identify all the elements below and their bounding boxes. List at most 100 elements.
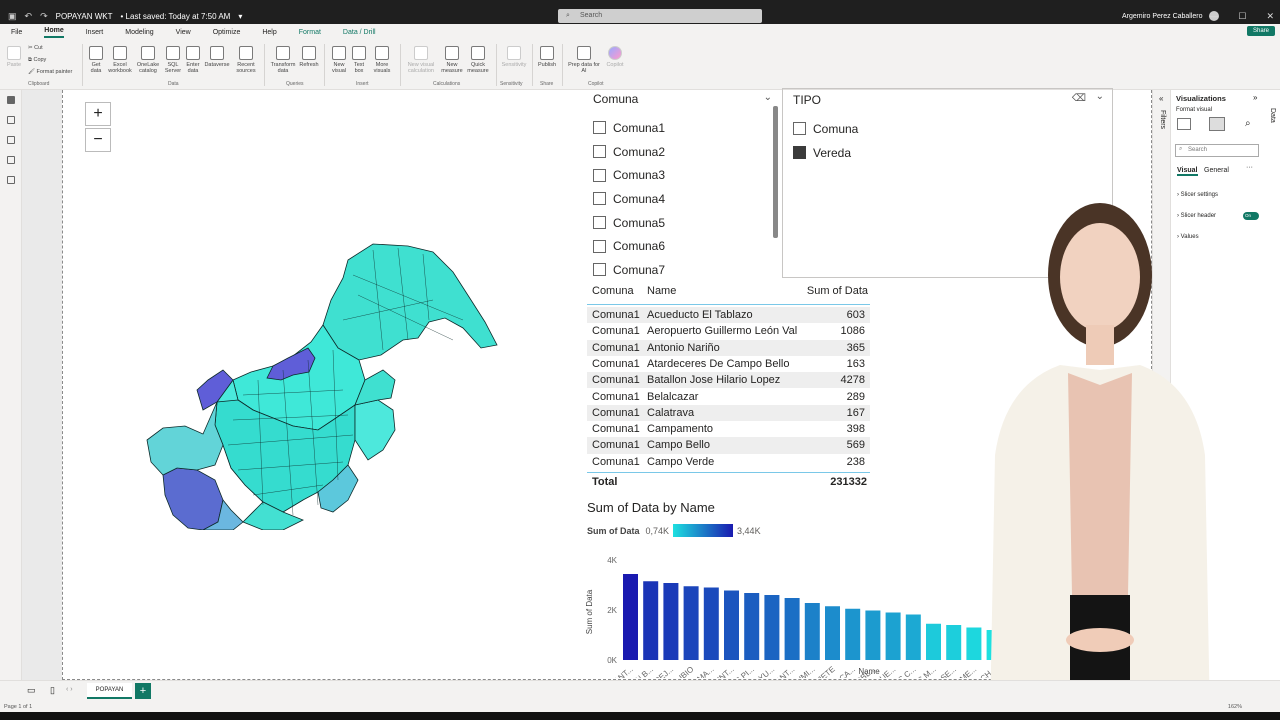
chart-bar[interactable]: [744, 593, 760, 660]
quick-measure-button[interactable]: Quick measure: [465, 46, 491, 74]
analytics-icon[interactable]: ⌕: [1245, 118, 1251, 129]
table-row[interactable]: Comuna1 Belalcazar 289: [587, 389, 870, 405]
slicer-header-toggle[interactable]: On: [1243, 212, 1259, 220]
shape-map[interactable]: [133, 230, 513, 530]
menu-home[interactable]: Home: [44, 27, 64, 38]
table-row[interactable]: Comuna1 Antonio Nariño 365: [587, 339, 870, 356]
text-box-button[interactable]: Text box: [350, 46, 368, 74]
slicer-scrollbar[interactable]: [773, 106, 778, 238]
transform-data-button[interactable]: Transform data: [268, 46, 298, 74]
new-visual-calculation-button[interactable]: New visual calculation: [404, 46, 438, 74]
more-options-icon[interactable]: ···: [1246, 164, 1253, 171]
chart-bar[interactable]: [905, 614, 921, 661]
chart-bar[interactable]: [703, 587, 719, 661]
chart-bar[interactable]: [683, 586, 699, 660]
collapse-icon[interactable]: »: [1253, 93, 1257, 102]
tab-visual[interactable]: Visual: [1177, 167, 1198, 176]
onelake-button[interactable]: OneLake catalog: [135, 46, 161, 74]
data-tab[interactable]: Data: [1269, 108, 1276, 123]
tab-general[interactable]: General: [1204, 167, 1229, 174]
slicer-item[interactable]: Comuna6: [593, 234, 778, 258]
table-row[interactable]: Comuna1 Campamento 398: [587, 421, 870, 437]
slicer-item[interactable]: Comuna1: [593, 116, 778, 140]
dax-query-icon[interactable]: [7, 156, 15, 164]
maximize-icon[interactable]: ☐: [1238, 11, 1246, 22]
zoom-out-button[interactable]: −: [85, 128, 111, 152]
chart-bar[interactable]: [804, 603, 820, 660]
publish-button[interactable]: Publish: [536, 46, 558, 68]
new-measure-button[interactable]: New measure: [440, 46, 464, 74]
slicer-item[interactable]: Comuna: [793, 117, 1102, 141]
sensitivity-button[interactable]: Sensitivity: [500, 46, 528, 68]
chart-bar[interactable]: [643, 581, 659, 660]
dataverse-button[interactable]: Dataverse: [203, 46, 231, 68]
slicer-item[interactable]: Vereda: [793, 141, 1102, 165]
checkbox[interactable]: [593, 239, 606, 253]
report-view-icon[interactable]: [7, 96, 15, 104]
checkbox[interactable]: [793, 122, 806, 136]
checkbox[interactable]: [593, 263, 606, 277]
slicer-item[interactable]: Comuna2: [593, 140, 778, 164]
format-painter-button[interactable]: 🖌 Format painter: [28, 69, 72, 75]
prep-data-ai-button[interactable]: Prep data for AI: [566, 46, 602, 74]
cut-button[interactable]: ✂ Cut: [28, 45, 43, 51]
filters-tab[interactable]: Filters: [1159, 110, 1166, 129]
chevron-down-icon[interactable]: ▾: [238, 12, 242, 21]
table-row[interactable]: Comuna1 Aeropuerto Guillermo León Val 1086: [587, 323, 870, 339]
column-header-sum[interactable]: Sum of Data: [807, 285, 868, 297]
refresh-button[interactable]: Refresh: [298, 46, 320, 68]
get-data-button[interactable]: Get data: [86, 46, 106, 74]
table-view-icon[interactable]: [7, 116, 15, 124]
search-box[interactable]: ⌕ Search: [558, 9, 762, 23]
excel-button[interactable]: Excel workbook: [107, 46, 133, 74]
desktop-view-icon[interactable]: ▭: [27, 685, 36, 696]
redo-icon[interactable]: ↷: [40, 11, 48, 22]
menu-help[interactable]: Help: [262, 29, 276, 36]
user-name[interactable]: Argemiro Perez Caballero: [1122, 13, 1203, 20]
column-header-name[interactable]: Name: [647, 285, 676, 297]
model-view-icon[interactable]: [7, 136, 15, 144]
chart-bar[interactable]: [623, 574, 638, 660]
page-nav-icon[interactable]: ‹ ›: [66, 686, 73, 693]
copilot-button[interactable]: Copilot: [602, 46, 628, 68]
eraser-icon[interactable]: ⌫: [1072, 93, 1086, 104]
mobile-view-icon[interactable]: ▯: [50, 685, 55, 696]
sql-button[interactable]: SQL Server: [163, 46, 183, 74]
chart-bar[interactable]: [663, 583, 679, 660]
new-visual-button[interactable]: New visual: [328, 46, 350, 74]
menu-file[interactable]: File: [11, 29, 22, 36]
menu-optimize[interactable]: Optimize: [213, 29, 241, 36]
bar-chart[interactable]: Sum of Data0K2K4KSANT...SAN B...LA REJ..…: [583, 542, 1003, 678]
menu-data-drill[interactable]: Data / Drill: [343, 29, 376, 36]
chart-bar[interactable]: [865, 610, 881, 661]
zoom-level[interactable]: 162%: [1228, 704, 1242, 710]
menu-format[interactable]: Format: [299, 29, 321, 36]
table-row[interactable]: Comuna1 Atardeceres De Campo Bello 163: [587, 356, 870, 372]
chart-bar[interactable]: [724, 590, 739, 661]
column-header-comuna[interactable]: Comuna: [592, 285, 634, 297]
slicer-item[interactable]: Comuna3: [593, 163, 778, 187]
table-row[interactable]: Comuna1 Acueducto El Tablazo 603: [587, 307, 870, 324]
slicer-item[interactable]: Comuna4: [593, 187, 778, 211]
checkbox[interactable]: [593, 216, 606, 230]
paste-button[interactable]: Paste: [6, 46, 22, 68]
chart-bar[interactable]: [784, 598, 800, 660]
copy-button[interactable]: ⧉ Copy: [28, 57, 46, 63]
checkbox[interactable]: [593, 168, 606, 182]
menu-insert[interactable]: Insert: [86, 29, 104, 36]
minimize-icon[interactable]: —: [1209, 11, 1218, 21]
chart-bar[interactable]: [764, 595, 780, 660]
chart-bar[interactable]: [885, 612, 901, 661]
visual-search-input[interactable]: ⌕ Search: [1175, 144, 1259, 157]
table-row[interactable]: Comuna1 Calatrava 167: [587, 404, 870, 422]
add-page-button[interactable]: +: [135, 683, 151, 699]
menu-view[interactable]: View: [176, 29, 191, 36]
chevron-down-icon[interactable]: ⌄: [1096, 91, 1104, 102]
recent-sources-button[interactable]: Recent sources: [232, 46, 260, 74]
format-brush-icon[interactable]: [1209, 117, 1225, 131]
build-visual-icon[interactable]: [1177, 118, 1191, 130]
chart-bar[interactable]: [825, 606, 840, 660]
expand-icon[interactable]: «: [1159, 94, 1163, 103]
checkbox[interactable]: [793, 146, 806, 160]
table-row[interactable]: Comuna1 Campo Verde 238: [587, 454, 870, 470]
